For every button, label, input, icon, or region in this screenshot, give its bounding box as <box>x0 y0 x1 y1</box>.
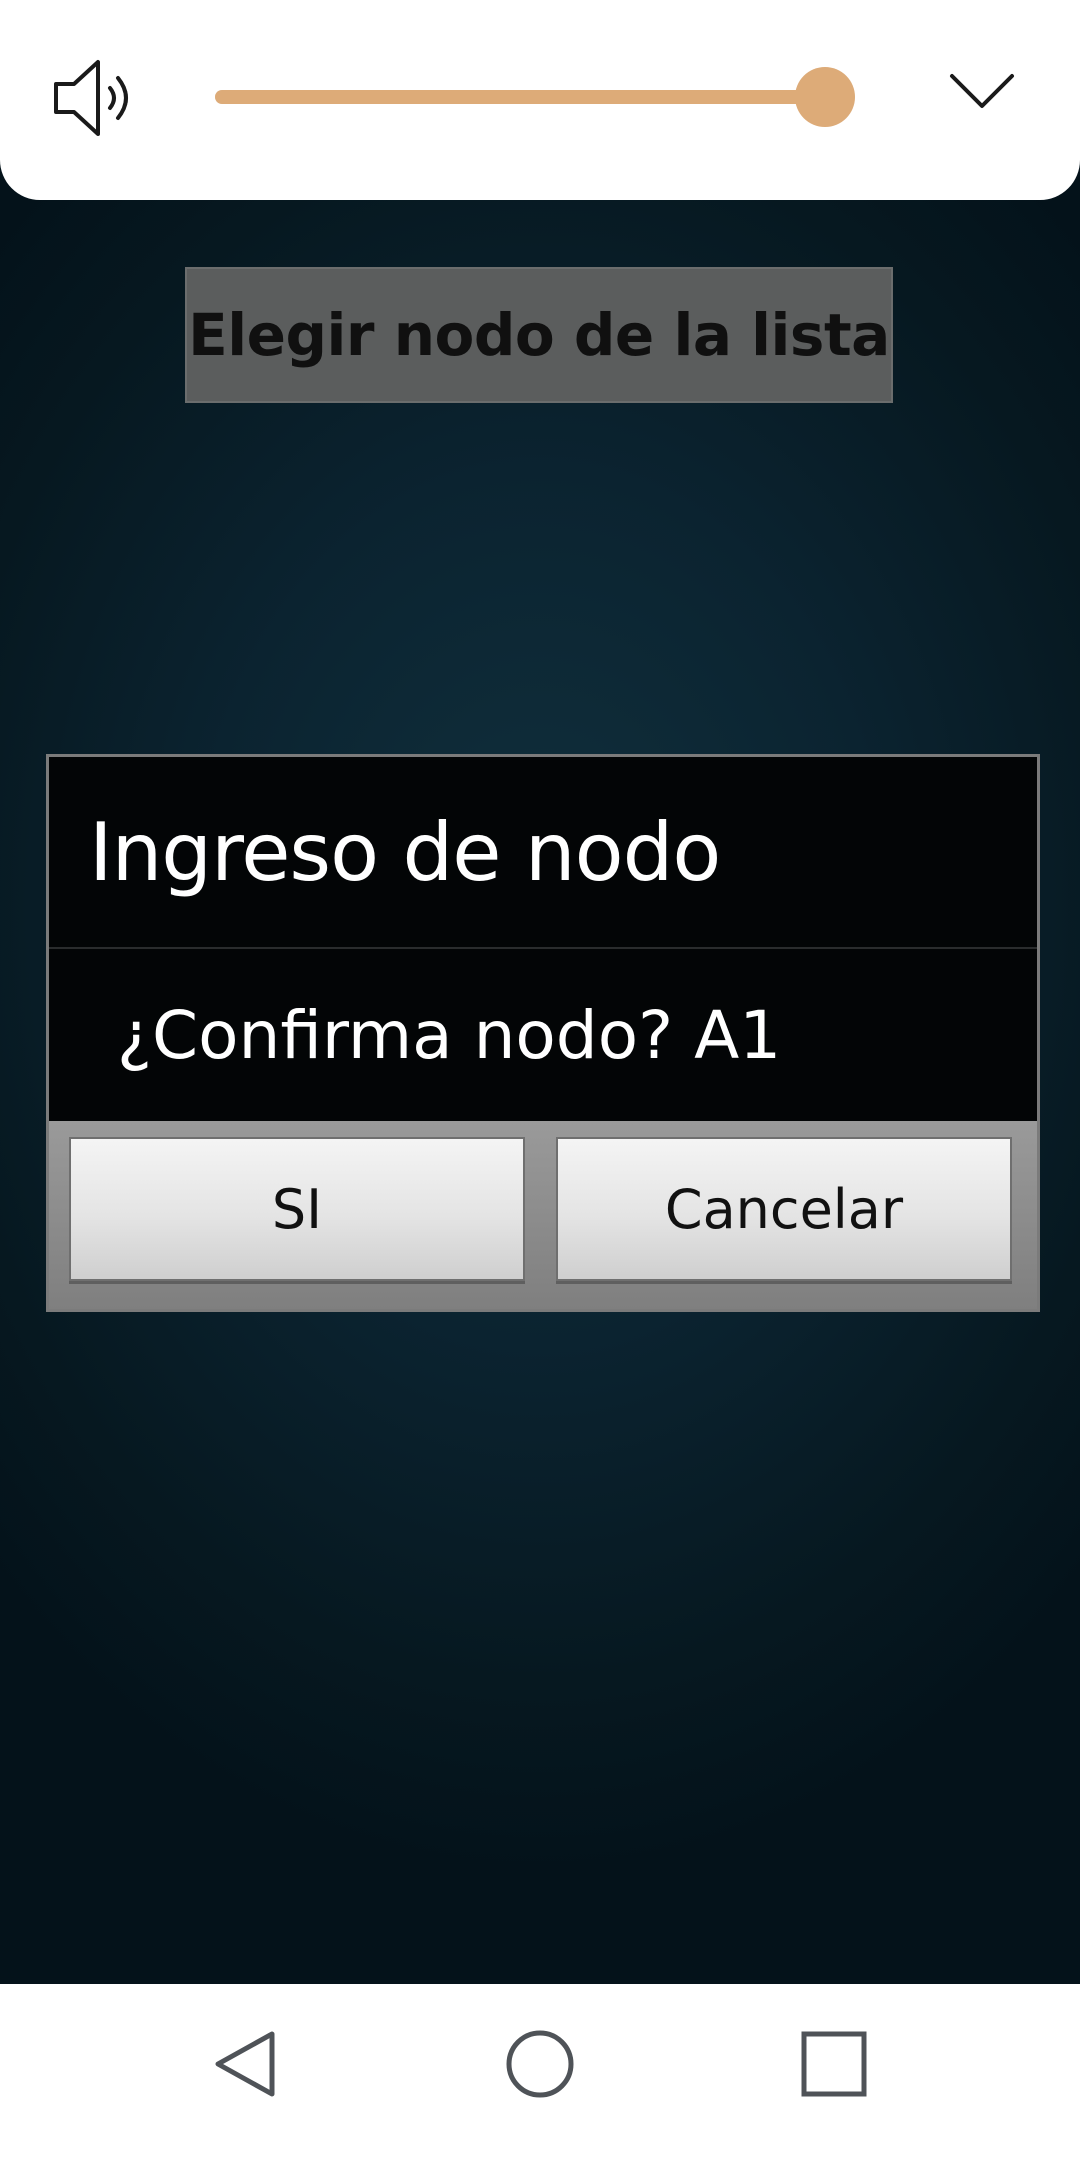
dialog-message: ¿Confirma nodo? A1 <box>117 996 782 1074</box>
back-icon[interactable] <box>206 2024 286 2104</box>
chevron-down-icon[interactable] <box>948 70 1016 114</box>
volume-slider-fill <box>215 90 825 104</box>
navigation-bar <box>0 1984 1080 2160</box>
home-icon[interactable] <box>500 2024 580 2104</box>
volume-panel <box>0 0 1080 200</box>
volume-slider[interactable] <box>215 67 855 127</box>
dialog-button-bar: SI Cancelar <box>49 1121 1037 1309</box>
confirm-node-dialog: Ingreso de nodo ¿Confirma nodo? A1 SI Ca… <box>46 754 1040 1312</box>
yes-button[interactable]: SI <box>69 1137 525 1281</box>
recent-apps-icon[interactable] <box>794 2024 874 2104</box>
volume-slider-thumb[interactable] <box>795 67 855 127</box>
cancel-button[interactable]: Cancelar <box>556 1137 1012 1281</box>
dialog-title: Ingreso de nodo <box>89 805 721 899</box>
speaker-icon[interactable] <box>52 58 142 138</box>
choose-node-button[interactable]: Elegir nodo de la lista <box>185 267 893 403</box>
